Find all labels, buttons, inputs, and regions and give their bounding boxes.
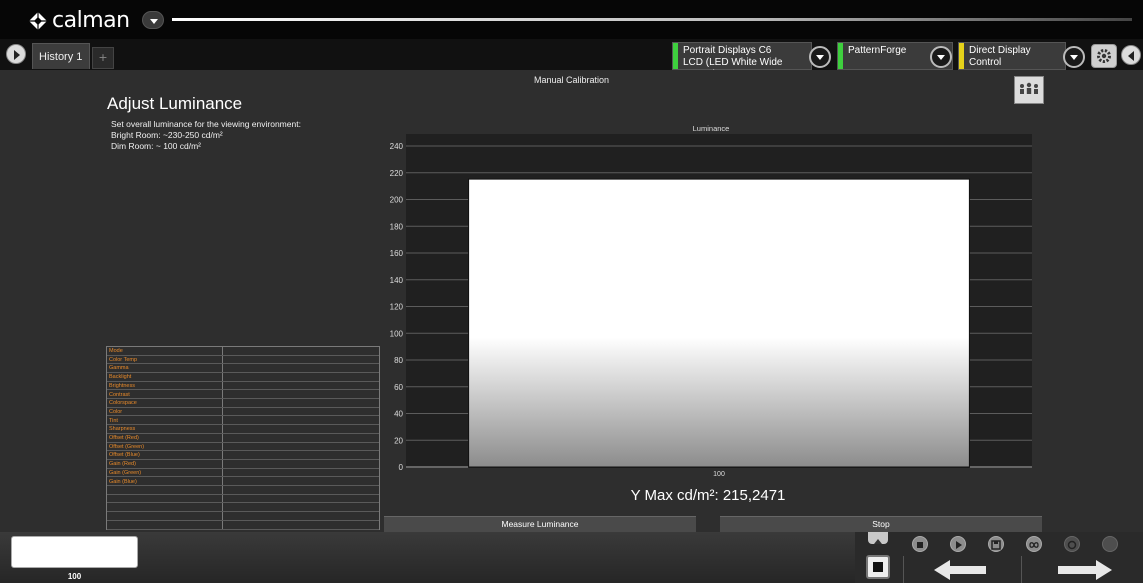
swatch-label: 100: [67, 572, 82, 581]
settings-row: Brightness: [107, 382, 379, 391]
pattern-status-indicator: [838, 43, 843, 69]
title-divider: [172, 18, 1132, 21]
y-tick-label: 80: [394, 356, 403, 365]
luminance-bar: [468, 178, 970, 468]
settings-row: Colorspace: [107, 399, 379, 408]
display-control-selector[interactable]: Direct Display Control: [958, 42, 1066, 70]
record-button[interactable]: [912, 536, 928, 552]
display-status-indicator: [959, 43, 964, 69]
collapse-right-panel-button[interactable]: [1121, 45, 1141, 65]
settings-row: Sharpness: [107, 425, 379, 434]
luminance-chart: Luminance 0 20 40 60 80 100 120 140 160 180 200 220…: [390, 124, 1032, 478]
y-tick-label: 20: [394, 436, 403, 445]
refresh-button[interactable]: [1064, 536, 1080, 552]
calman-window: calman History 1 + Portrait Displays C6 …: [0, 0, 1143, 583]
settings-row: Gain (Green): [107, 469, 379, 478]
app-menu-dropdown[interactable]: [142, 11, 164, 29]
settings-row: Mode: [107, 347, 379, 356]
settings-row: Backlight: [107, 373, 379, 382]
calman-logo: calman: [28, 8, 130, 33]
group-button[interactable]: [1014, 76, 1044, 104]
y-max-readout: Y Max cd/m²: 215,2471: [630, 487, 786, 504]
settings-row: Gain (Blue): [107, 478, 379, 486]
settings-row: [107, 512, 379, 521]
settings-row: Color Temp: [107, 356, 379, 365]
y-tick-label: 160: [390, 249, 404, 258]
continuous-button[interactable]: [1026, 536, 1042, 552]
infinity-icon: [1029, 542, 1039, 548]
display-dropdown-button[interactable]: [1063, 46, 1085, 68]
y-tick-label: 140: [390, 276, 404, 285]
tab-history-1[interactable]: History 1: [32, 43, 90, 69]
meter-device-selector[interactable]: Portrait Displays C6 LCD (LED White Wide…: [672, 42, 812, 80]
settings-row: Color: [107, 408, 379, 417]
stop-square-icon: [917, 542, 923, 548]
logo-text: calman: [52, 8, 130, 33]
settings-row: Gamma: [107, 364, 379, 373]
settings-row: Offset (Green): [107, 443, 379, 452]
save-button[interactable]: [988, 536, 1004, 552]
y-tick-label: 120: [390, 303, 404, 312]
settings-row: Offset (Red): [107, 434, 379, 443]
color-swatch: [11, 536, 138, 568]
chevron-up-icon: [874, 539, 882, 544]
expand-controls-button[interactable]: [868, 532, 888, 544]
settings-row: Contrast: [107, 391, 379, 399]
settings-row: [107, 486, 379, 495]
arrow-left-icon: [934, 560, 986, 580]
settings-button[interactable]: [1091, 44, 1117, 68]
description-line: Set overall luminance for the viewing en…: [111, 119, 301, 129]
meter-status-indicator: [673, 43, 678, 69]
calman-logo-icon: [29, 11, 47, 30]
y-tick-label: 100: [390, 329, 404, 338]
disabled-control-button[interactable]: [1102, 536, 1118, 552]
description-line: Bright Room: ~230-250 cd/m²: [111, 130, 223, 140]
settings-row: Tint: [107, 417, 379, 426]
play-icon: [956, 541, 962, 549]
settings-row: [107, 521, 379, 530]
settings-row: Gain (Red): [107, 460, 379, 469]
title-bar: calman: [0, 0, 1143, 39]
play-button[interactable]: [950, 536, 966, 552]
expand-left-panel-button[interactable]: [6, 44, 26, 64]
y-tick-label: 0: [399, 463, 404, 472]
measure-luminance-button[interactable]: Measure Luminance: [384, 516, 696, 532]
floppy-icon: [991, 540, 1001, 550]
display-control-name: Direct Display Control: [969, 45, 1031, 68]
arrow-right-icon: [1058, 560, 1112, 580]
meter-dropdown-button[interactable]: [809, 46, 831, 68]
refresh-icon: [1067, 540, 1077, 550]
pattern-dropdown-button[interactable]: [930, 46, 952, 68]
step-heading: Adjust Luminance: [107, 94, 243, 113]
display-settings-table: Mode Color Temp Gamma Backlight Brightness Co…: [106, 346, 380, 530]
stop-button[interactable]: Stop: [720, 516, 1042, 532]
step-description: Set overall luminance for the viewing en…: [111, 119, 301, 152]
y-tick-label: 200: [390, 196, 404, 205]
y-tick-label: 60: [394, 383, 403, 392]
add-tab-button[interactable]: +: [92, 47, 114, 69]
chart-title: Luminance: [693, 124, 730, 133]
y-tick-label: 240: [390, 142, 404, 151]
panel-title: Manual Calibration: [533, 75, 610, 85]
settings-row: Offset (Blue): [107, 451, 379, 460]
people-group-icon: [1020, 82, 1038, 94]
x-tick-label: 100: [713, 471, 725, 478]
settings-row: [107, 495, 379, 504]
next-step-button[interactable]: [1021, 556, 1143, 583]
y-tick-label: 40: [394, 410, 403, 419]
y-tick-label: 180: [390, 222, 404, 231]
stop-measurement-button[interactable]: [866, 555, 890, 579]
description-line: Dim Room: ~ 100 cd/m²: [111, 141, 201, 151]
settings-row: [107, 504, 379, 513]
y-tick-label: 220: [390, 169, 404, 178]
gear-icon: [1097, 49, 1111, 63]
meter-name: Portrait Displays C6: [683, 45, 772, 56]
previous-step-button[interactable]: [903, 556, 1013, 583]
